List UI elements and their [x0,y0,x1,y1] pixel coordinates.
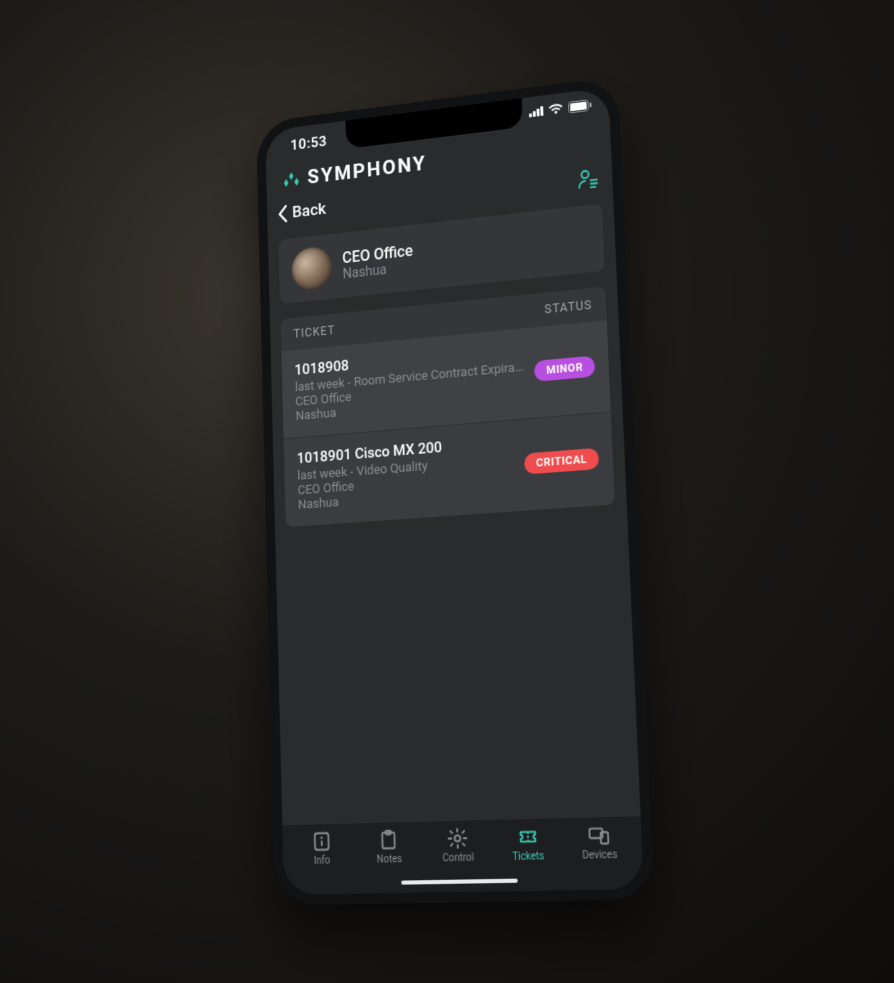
user-settings-icon[interactable] [577,166,599,190]
tab-label: Devices [582,849,618,861]
back-button[interactable]: Back [276,199,326,224]
devices-icon [587,823,610,847]
tab-info[interactable]: Info [288,829,356,867]
tab-notes[interactable]: Notes [355,827,424,865]
info-icon [311,830,332,853]
tab-label: Control [442,852,474,864]
wifi-icon [548,102,564,116]
tab-tickets[interactable]: Tickets [492,824,564,863]
back-label: Back [292,199,326,222]
battery-icon [568,98,592,113]
tab-control[interactable]: Control [423,826,494,865]
ticket-icon [516,825,539,848]
room-avatar [291,245,332,291]
tab-devices[interactable]: Devices [563,822,637,861]
chevron-left-icon [276,203,289,223]
tab-label: Tickets [512,850,544,862]
statusbar-time: 10:53 [290,132,327,153]
app-screen: 10:53 SYMPHONY [265,87,644,895]
status-header-label: STATUS [544,297,592,316]
gear-icon [446,826,468,849]
ticket-list: 1018908 last week - Room Service Contrac… [281,320,614,527]
tab-label: Notes [377,853,403,865]
clipboard-icon [378,828,400,851]
cellular-icon [529,106,544,117]
tab-label: Info [314,855,331,866]
status-badge: CRITICAL [524,447,599,474]
status-badge: MINOR [534,355,595,381]
phone-frame: 10:53 SYMPHONY [256,76,654,905]
ticket-header-label: TICKET [293,323,335,340]
symphony-logo-icon [282,169,300,190]
